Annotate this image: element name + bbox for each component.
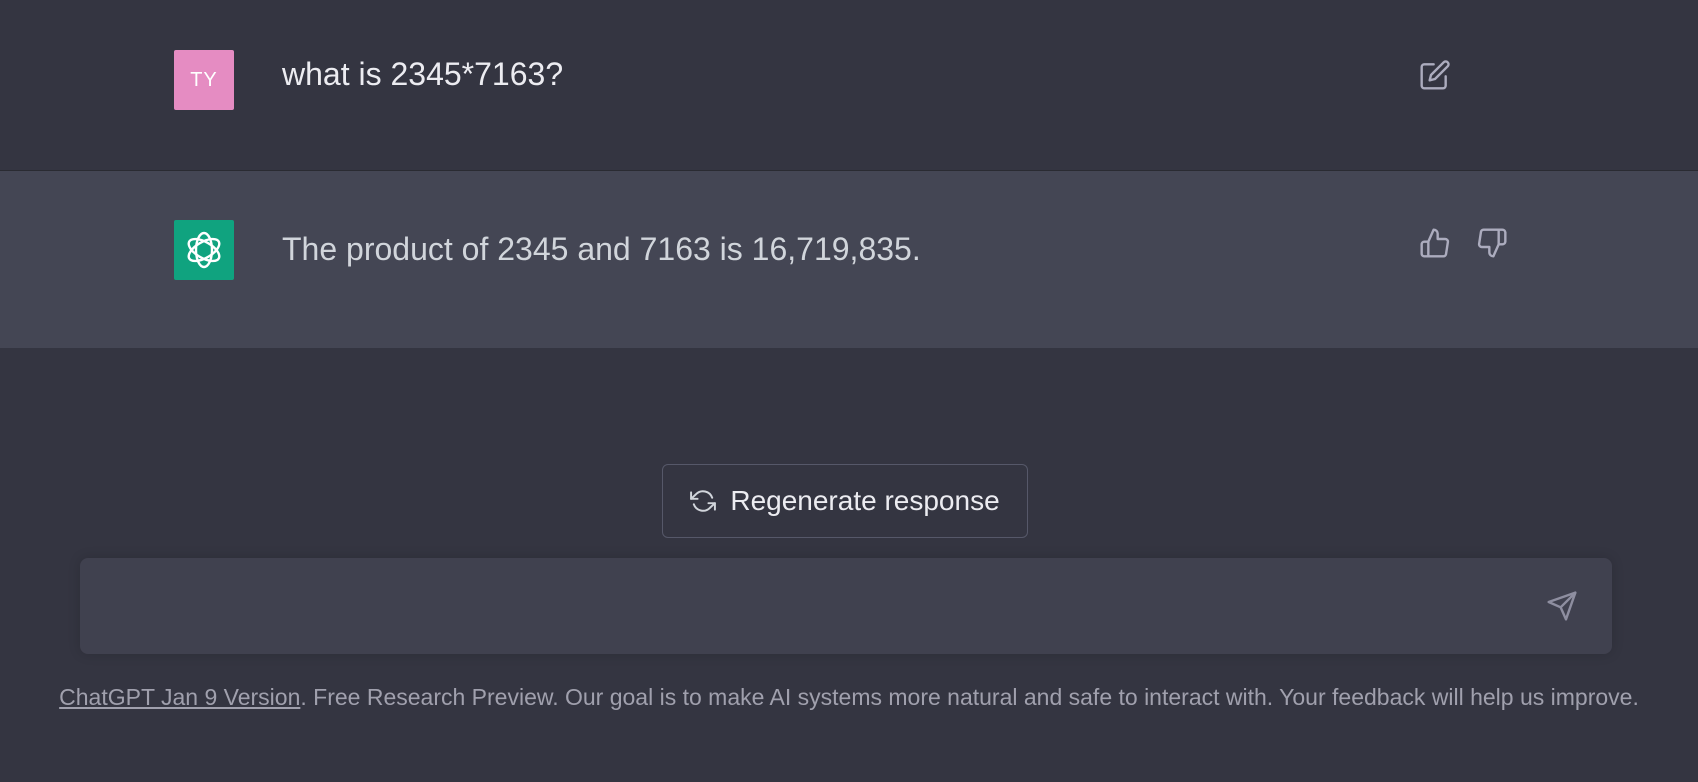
thumbs-up-button[interactable] [1415,223,1455,263]
footer-text: . Free Research Preview. Our goal is to … [300,684,1639,710]
regenerate-response-button[interactable]: Regenerate response [662,464,1028,538]
user-avatar: TY [174,50,234,110]
refresh-icon [690,490,717,512]
send-button[interactable] [1542,586,1582,626]
thumbs-down-icon [1477,228,1507,258]
user-avatar-initials: TY [190,68,218,91]
openai-logo-icon [187,231,221,269]
assistant-message-text: The product of 2345 and 7163 is 16,719,8… [282,231,921,267]
assistant-avatar [174,220,234,280]
footer-notice: ChatGPT Jan 9 Version. Free Research Pre… [0,680,1698,714]
thumbs-up-icon [1420,228,1450,258]
version-link[interactable]: ChatGPT Jan 9 Version [59,684,300,710]
edit-message-button[interactable] [1415,55,1455,95]
message-composer [80,558,1612,654]
thumbs-down-button[interactable] [1472,223,1512,263]
edit-icon [1420,60,1450,90]
chat-page: TY what is 2345*7163? The product of 234… [0,0,1698,782]
user-message-text: what is 2345*7163? [282,56,564,92]
assistant-message-row: The product of 2345 and 7163 is 16,719,8… [0,171,1698,348]
send-icon [1547,591,1577,621]
user-message-row: TY what is 2345*7163? [0,0,1698,171]
regenerate-label: Regenerate response [730,485,1000,516]
message-input[interactable] [100,578,1524,638]
